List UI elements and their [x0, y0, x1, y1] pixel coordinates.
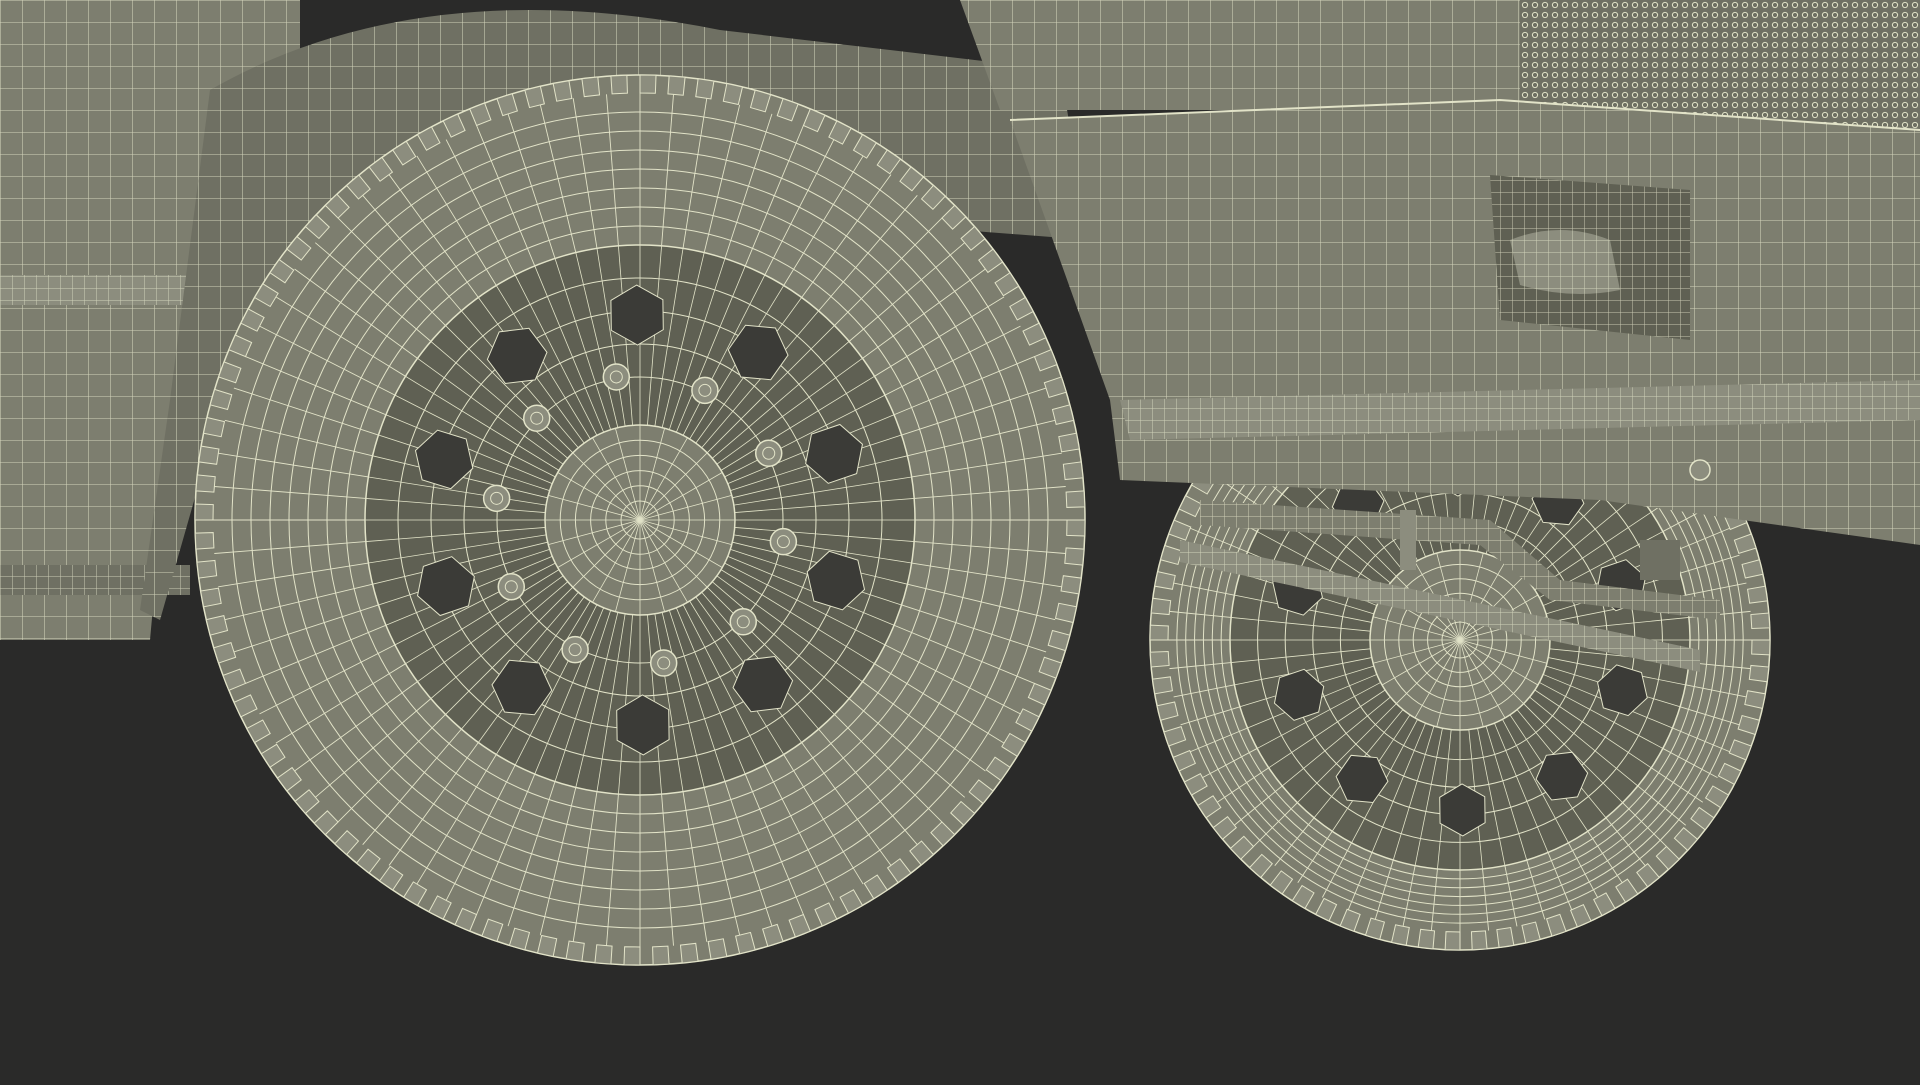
- tread-block: [623, 946, 641, 966]
- tread-block: [594, 944, 613, 965]
- tread-block: [1746, 585, 1769, 604]
- tread-block: [1748, 664, 1770, 683]
- lug-nut: [754, 439, 783, 468]
- tread-block: [639, 74, 657, 94]
- wireframe-scene: [0, 0, 1920, 1080]
- tread-block: [200, 587, 222, 608]
- tread-block: [679, 942, 699, 964]
- tread-block: [581, 76, 601, 98]
- tread-block: [667, 75, 686, 96]
- lug-nut: [602, 363, 631, 391]
- tread-block: [1751, 639, 1771, 656]
- tread-block: [1470, 930, 1488, 951]
- lug-nut: [482, 484, 511, 513]
- tread-block: [1064, 547, 1085, 566]
- lug-nut: [649, 649, 678, 677]
- lug-nut: [729, 608, 758, 636]
- tread-block: [1062, 461, 1084, 481]
- tread-block: [707, 938, 728, 960]
- tread-block: [1150, 597, 1172, 616]
- tread-block: [695, 78, 715, 100]
- tread-block: [1065, 490, 1086, 508]
- tread-block: [1060, 575, 1082, 595]
- tread-block: [1058, 432, 1080, 453]
- tread-block: [194, 532, 215, 550]
- tread-block: [610, 74, 628, 95]
- lug-nut: [497, 572, 526, 601]
- tread-block: [1149, 624, 1169, 641]
- tread-block: [196, 559, 218, 579]
- lug-nut: [769, 527, 798, 556]
- tread-block: [565, 940, 585, 962]
- tread-block: [1151, 676, 1174, 695]
- lug-nut: [522, 404, 551, 432]
- tread-block: [1149, 650, 1170, 668]
- front-bumper: [1009, 98, 1920, 545]
- lug-nut: [561, 635, 589, 664]
- tread-block: [1417, 928, 1436, 950]
- tread-block: [198, 445, 220, 465]
- tread-block: [552, 80, 573, 102]
- lug-nut: [691, 376, 719, 405]
- wireframe-render: [0, 0, 1920, 1080]
- tread-block: [652, 945, 670, 966]
- front-wheel: [194, 74, 1086, 966]
- tread-block: [1444, 931, 1461, 951]
- tread-block: [194, 503, 214, 521]
- tread-block: [1750, 612, 1771, 630]
- tread-block: [195, 474, 216, 493]
- tread-block: [1496, 926, 1515, 949]
- tread-block: [1066, 519, 1086, 537]
